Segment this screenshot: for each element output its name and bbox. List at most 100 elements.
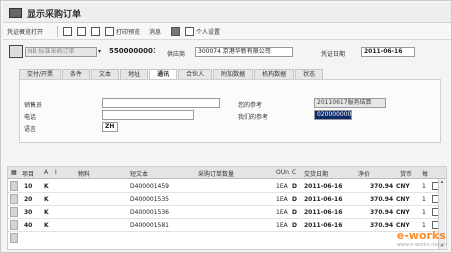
app-window: 显示采购订单 凭证概览打开 打印预览 消息 个人设置 NB 标准采购订单 ▾ 5… — [0, 0, 452, 253]
table-row[interactable]: 40 K D400001581 1EA D 2011-06-16 370.94 … — [8, 219, 446, 232]
col-po-qty[interactable]: 采购订单数量 — [198, 169, 234, 178]
short-text: D400001459 — [130, 183, 169, 190]
tab-communication[interactable]: 通讯 — [149, 69, 178, 79]
tab-partners[interactable]: 合伙人 — [178, 69, 213, 79]
change-doc-button[interactable] — [77, 26, 86, 37]
language-label: 语言 — [24, 126, 37, 133]
price-unit: 1 — [422, 183, 426, 190]
language-field[interactable]: ZH — [102, 122, 118, 132]
doc-type-select[interactable]: NB 标准采购订单 — [25, 47, 97, 57]
delivery-date: 2011-06-16 — [304, 183, 343, 190]
col-c[interactable]: C — [292, 169, 296, 176]
new-doc-icon — [63, 27, 72, 36]
salesperson-field[interactable] — [102, 98, 220, 108]
acct-assignment: K — [44, 183, 49, 190]
scroll-up-icon[interactable]: ▴ — [439, 179, 445, 185]
tab-additional-data[interactable]: 附加数据 — [213, 69, 254, 79]
our-ref-field[interactable]: 0200000002 — [314, 110, 352, 120]
title-app-icon — [9, 8, 22, 18]
col-per[interactable]: 每 — [422, 169, 428, 178]
date-category: D — [292, 222, 297, 229]
col-delivery-date[interactable]: 交货日期 — [304, 169, 328, 178]
price-unit: 1 — [422, 196, 426, 203]
order-unit: 1EA — [276, 183, 288, 190]
toolbar-separator — [57, 26, 58, 37]
order-unit: 1EA — [276, 222, 288, 229]
row-selector[interactable] — [10, 194, 18, 204]
table-row-empty[interactable] — [8, 232, 446, 245]
new-doc-button[interactable] — [63, 26, 72, 37]
watermark-logo: e-works www.e-works.net.cn — [397, 229, 447, 248]
delivery-date: 2011-06-16 — [304, 209, 343, 216]
col-material[interactable]: 物料 — [78, 169, 90, 178]
toolbar: 凭证概览打开 打印预览 消息 个人设置 — [3, 23, 451, 40]
col-cat[interactable]: I — [55, 169, 57, 176]
net-price: 370.94 — [370, 222, 394, 229]
col-short-text[interactable]: 短文本 — [130, 169, 148, 178]
display-doc-button[interactable] — [91, 26, 100, 37]
tab-address[interactable]: 地址 — [120, 69, 149, 79]
tab-texts[interactable]: 文本 — [91, 69, 120, 79]
print-preview-label: 打印预览 — [116, 29, 141, 36]
acct-assignment: K — [44, 222, 49, 229]
cart-icon[interactable] — [9, 45, 23, 58]
col-acct[interactable]: A — [44, 169, 48, 176]
dropdown-arrow-icon[interactable]: ▾ — [98, 48, 101, 55]
tab-org-data[interactable]: 机构数据 — [254, 69, 295, 79]
currency: CNY — [396, 209, 410, 216]
col-oun[interactable]: OUn — [276, 169, 289, 176]
edit-pencil-icon — [77, 27, 86, 36]
info-button[interactable] — [171, 26, 180, 37]
doc-date-field[interactable]: 2011-06-16 — [361, 47, 415, 57]
messages-button[interactable]: 消息 — [149, 26, 161, 37]
watermark-brand: e-works — [396, 229, 446, 242]
table-settings-icon[interactable]: ▦ — [11, 169, 17, 176]
row-selector[interactable] — [10, 207, 18, 217]
doc-overview-button[interactable]: 凭证概览打开 — [7, 26, 43, 37]
personal-settings-button[interactable]: 个人设置 — [185, 26, 220, 37]
item-number: 40 — [24, 222, 33, 229]
header-tabs: 交付/开票 条件 文本 地址 通讯 合伙人 附加数据 机构数据 状态 — [19, 69, 324, 79]
net-price: 370.94 — [370, 209, 394, 216]
short-text: D400001536 — [130, 209, 169, 216]
row-selector[interactable] — [10, 233, 18, 243]
tab-delivery-invoice[interactable]: 交付/开票 — [19, 69, 62, 79]
price-unit: 1 — [422, 222, 426, 229]
vendor-field[interactable]: 300074 京港华新有限公司 — [195, 47, 293, 57]
our-ref-label: 我们的参考 — [238, 114, 269, 121]
short-text: D400001581 — [130, 222, 169, 229]
po-number: 5500000001 — [109, 47, 155, 55]
row-selector[interactable] — [10, 181, 18, 191]
col-item[interactable]: 项目 — [22, 169, 34, 178]
table-row[interactable]: 30 K D400001536 1EA D 2011-06-16 370.94 … — [8, 206, 446, 219]
acct-assignment: K — [44, 209, 49, 216]
table-row[interactable]: 20 K D400001535 1EA D 2011-06-16 370.94 … — [8, 193, 446, 206]
order-unit: 1EA — [276, 209, 288, 216]
tab-conditions[interactable]: 条件 — [62, 69, 91, 79]
price-unit: 1 — [422, 209, 426, 216]
col-net-price[interactable]: 净价 — [358, 169, 370, 178]
row-selector[interactable] — [10, 220, 18, 230]
phone-field[interactable] — [102, 110, 194, 120]
messages-label: 消息 — [149, 29, 162, 36]
glasses-icon — [91, 27, 100, 36]
watermark-url: www.e-works.net.cn — [396, 242, 447, 248]
print-preview-button[interactable]: 打印预览 — [105, 26, 140, 37]
page-title: 显示采购订单 — [27, 10, 82, 20]
currency: CNY — [396, 183, 410, 190]
your-ref-field[interactable]: 20110617服务结算 — [314, 98, 386, 108]
doc-overview-label: 凭证概览打开 — [7, 29, 44, 36]
vendor-label: 供应商 — [167, 51, 186, 58]
table-row[interactable]: 10 K D400001459 1EA D 2011-06-16 370.94 … — [8, 180, 446, 193]
salesperson-label: 销售员 — [24, 102, 43, 109]
doc-date-label: 凭证日期 — [321, 51, 346, 58]
item-number: 10 — [24, 183, 33, 190]
date-category: D — [292, 183, 297, 190]
col-currency[interactable]: 货币 — [400, 169, 412, 178]
delivery-date: 2011-06-16 — [304, 196, 343, 203]
item-number: 20 — [24, 196, 33, 203]
items-table: ▦ 项目 A I 物料 短文本 采购订单数量 OUn C 交货日期 净价 货币 … — [7, 166, 447, 250]
tab-status[interactable]: 状态 — [295, 69, 324, 79]
short-text: D400001535 — [130, 196, 169, 203]
print-preview-icon — [105, 27, 114, 36]
